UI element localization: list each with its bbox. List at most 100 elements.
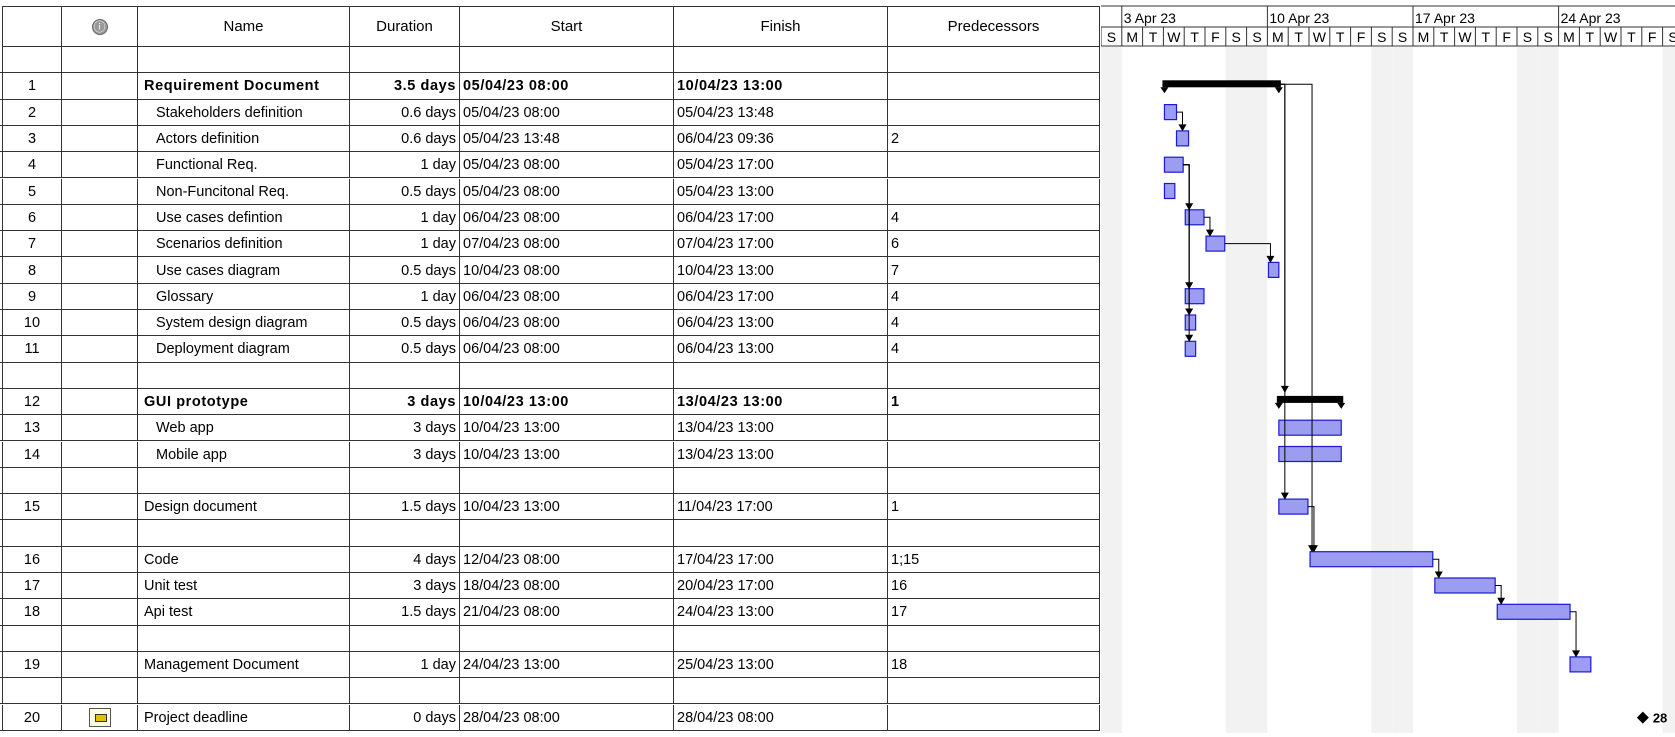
cell-id[interactable]: 1 (2, 73, 62, 100)
cell-start[interactable]: 05/04/23 08:00 (460, 178, 674, 205)
cell-finish[interactable] (674, 47, 888, 74)
header-name[interactable]: Name (138, 6, 350, 47)
cell-start[interactable]: 18/04/23 08:00 (460, 573, 674, 600)
table-row[interactable]: 6 Use cases defintion 1 day 06/04/23 08:00 0… (0, 204, 1100, 232)
cell-id[interactable]: 19 (2, 651, 62, 679)
table-row[interactable]: 19 Management Document 1 day 24/04/23 13:00… (0, 651, 1100, 679)
cell-name[interactable]: Project deadline (138, 704, 350, 731)
cell-start[interactable]: 07/04/23 08:00 (460, 231, 674, 258)
cell-finish[interactable]: 20/04/23 17:00 (674, 573, 888, 600)
cell-pred[interactable] (888, 178, 1100, 205)
cell-finish[interactable]: 25/04/23 13:00 (674, 651, 888, 679)
task-bar[interactable] (1278, 419, 1342, 436)
cell-finish[interactable]: 05/04/23 17:00 (674, 152, 888, 179)
cell-pred[interactable]: 4 (888, 283, 1100, 310)
cell-duration[interactable]: 1 day (350, 152, 460, 179)
cell-pred[interactable]: 4 (888, 336, 1100, 363)
cell-finish[interactable]: 13/04/23 13:00 (674, 415, 888, 442)
cell-id[interactable]: 11 (2, 336, 62, 363)
cell-finish[interactable] (674, 625, 888, 652)
cell-id[interactable] (2, 362, 62, 389)
cell-duration[interactable]: 3 days (350, 441, 460, 468)
cell-name[interactable] (138, 678, 350, 705)
cell-pred[interactable]: 1 (888, 388, 1100, 416)
cell-duration[interactable]: 1 day (350, 283, 460, 310)
cell-ind[interactable] (62, 73, 138, 100)
table-row[interactable]: 3 Actors definition 0.6 days 05/04/23 13:48… (0, 125, 1100, 153)
table-row[interactable]: 7 Scenarios definition 1 day 07/04/23 08:00… (0, 231, 1100, 258)
cell-start[interactable]: 21/04/23 08:00 (460, 599, 674, 626)
cell-name[interactable]: Api test (138, 599, 350, 626)
cell-pred[interactable] (888, 152, 1100, 179)
cell-start[interactable]: 10/04/23 08:00 (460, 257, 674, 284)
cell-ind[interactable] (62, 599, 138, 626)
cell-start[interactable]: 10/04/23 13:00 (460, 388, 674, 416)
cell-start[interactable]: 05/04/23 08:00 (460, 152, 674, 179)
cell-finish[interactable]: 05/04/23 13:00 (674, 178, 888, 205)
cell-name[interactable]: Non-Funcitonal Req. (138, 178, 350, 205)
cell-duration[interactable]: 1.5 days (350, 599, 460, 626)
cell-finish[interactable]: 05/04/23 13:48 (674, 99, 888, 126)
cell-pred[interactable]: 1 (888, 494, 1100, 521)
cell-pred[interactable]: 17 (888, 599, 1100, 626)
summary-bar[interactable] (1162, 80, 1281, 88)
cell-id[interactable]: 2 (2, 99, 62, 126)
summary-bar[interactable] (1276, 395, 1344, 403)
table-row[interactable]: 14 Mobile app 3 days 10/04/23 13:00 13/04/23… (0, 441, 1100, 468)
cell-ind[interactable] (62, 573, 138, 600)
task-bar[interactable] (1163, 182, 1176, 200)
task-bar[interactable] (1434, 577, 1496, 594)
cell-name[interactable] (138, 625, 350, 652)
cell-id[interactable] (2, 47, 62, 74)
table-row[interactable]: 20 Project deadline 0 days 28/04/23 08:00 28… (0, 704, 1100, 731)
task-bar[interactable] (1163, 103, 1178, 121)
cell-name[interactable]: Scenarios definition (138, 231, 350, 258)
cell-duration[interactable] (350, 47, 460, 74)
cell-pred[interactable] (888, 625, 1100, 652)
cell-start[interactable] (460, 678, 674, 705)
cell-name[interactable]: Deployment diagram (138, 336, 350, 363)
cell-finish[interactable] (674, 678, 888, 705)
cell-start[interactable]: 06/04/23 08:00 (460, 310, 674, 337)
cell-pred[interactable]: 6 (888, 231, 1100, 258)
cell-start[interactable]: 28/04/23 08:00 (460, 704, 674, 731)
table-row[interactable]: 13 Web app 3 days 10/04/23 13:00 13/04/23 13… (0, 415, 1100, 442)
header-start[interactable]: Start (460, 6, 674, 47)
cell-pred[interactable] (888, 99, 1100, 126)
task-bar[interactable] (1267, 261, 1280, 278)
cell-pred[interactable]: 2 (888, 125, 1100, 153)
cell-start[interactable]: 05/04/23 08:00 (460, 73, 674, 100)
cell-ind[interactable] (62, 388, 138, 416)
cell-duration[interactable]: 1 day (350, 204, 460, 232)
header-row-number[interactable] (2, 6, 62, 47)
header-finish[interactable]: Finish (674, 6, 888, 47)
cell-ind[interactable] (62, 125, 138, 153)
cell-start[interactable] (460, 520, 674, 547)
cell-ind[interactable] (62, 204, 138, 232)
cell-id[interactable]: 18 (2, 599, 62, 626)
cell-name[interactable]: Management Document (138, 651, 350, 679)
task-bar[interactable] (1175, 130, 1190, 147)
cell-ind[interactable] (62, 231, 138, 258)
cell-name[interactable]: Web app (138, 415, 350, 442)
cell-name[interactable]: System design diagram (138, 310, 350, 337)
cell-id[interactable]: 17 (2, 573, 62, 600)
cell-finish[interactable]: 06/04/23 09:36 (674, 125, 888, 153)
cell-start[interactable]: 06/04/23 08:00 (460, 336, 674, 363)
cell-pred[interactable] (888, 73, 1100, 100)
table-row[interactable]: 15 Design document 1.5 days 10/04/23 13:00 1… (0, 494, 1100, 521)
cell-id[interactable] (2, 520, 62, 547)
cell-ind[interactable] (62, 704, 138, 731)
task-bar[interactable] (1569, 656, 1592, 673)
empty-row[interactable] (0, 520, 1100, 547)
cell-name[interactable] (138, 362, 350, 389)
empty-row[interactable] (0, 467, 1100, 495)
cell-pred[interactable]: 4 (888, 310, 1100, 337)
cell-ind[interactable] (62, 362, 138, 389)
cell-name[interactable] (138, 47, 350, 74)
cell-id[interactable]: 13 (2, 415, 62, 442)
cell-id[interactable]: 14 (2, 441, 62, 468)
cell-ind[interactable] (62, 336, 138, 363)
cell-finish[interactable]: 10/04/23 13:00 (674, 257, 888, 284)
cell-finish[interactable]: 28/04/23 08:00 (674, 704, 888, 731)
